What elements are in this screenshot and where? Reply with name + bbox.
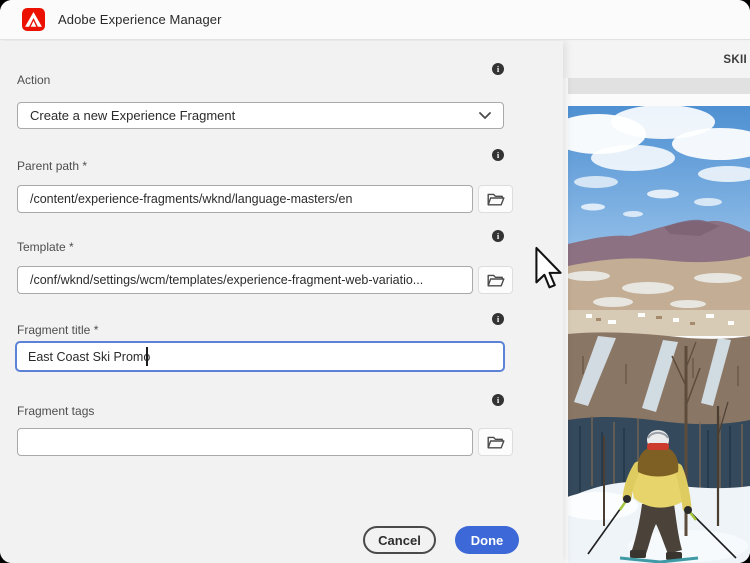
fragment-tags-picker-button[interactable] xyxy=(478,428,513,456)
parent-path-input[interactable] xyxy=(17,185,473,213)
village-strip xyxy=(568,310,750,336)
mouse-cursor-icon xyxy=(534,246,563,291)
cancel-button[interactable]: Cancel xyxy=(363,526,436,554)
background-page: SKII xyxy=(563,41,750,563)
folder-open-icon xyxy=(487,435,505,450)
template-input[interactable] xyxy=(17,266,473,294)
content-area: SKII xyxy=(0,41,750,563)
parent-path-label: Parent path * xyxy=(17,159,87,173)
chevron-down-icon xyxy=(479,112,491,120)
folder-open-icon xyxy=(487,273,505,288)
info-icon[interactable]: i xyxy=(492,313,504,325)
action-select[interactable]: Create a new Experience Fragment xyxy=(17,102,504,129)
folder-open-icon xyxy=(487,192,505,207)
action-label: Action xyxy=(17,73,50,87)
create-fragment-dialog: i Action Create a new Experience Fragmen… xyxy=(0,41,563,563)
action-select-value: Create a new Experience Fragment xyxy=(30,108,479,123)
info-icon[interactable]: i xyxy=(492,149,504,161)
app-header: Adobe Experience Manager xyxy=(0,0,750,40)
screenshot-root: Adobe Experience Manager SKII xyxy=(0,0,750,563)
text-caret xyxy=(146,347,148,366)
background-page-header xyxy=(563,41,750,78)
template-picker-button[interactable] xyxy=(478,266,513,294)
info-icon[interactable]: i xyxy=(492,63,504,75)
parent-path-picker-button[interactable] xyxy=(478,185,513,213)
ski-landscape-photo xyxy=(568,106,750,563)
fragment-tags-input[interactable] xyxy=(17,428,473,456)
background-page-heading: SKII xyxy=(723,54,747,66)
background-toolbar-strip xyxy=(568,78,750,94)
fragment-tags-label: Fragment tags xyxy=(17,404,94,418)
info-icon[interactable]: i xyxy=(492,230,504,242)
fragment-title-input[interactable] xyxy=(15,341,505,372)
adobe-logo-icon xyxy=(22,8,45,31)
fragment-title-label: Fragment title * xyxy=(17,323,98,337)
info-icon[interactable]: i xyxy=(492,394,504,406)
app-title: Adobe Experience Manager xyxy=(58,12,222,27)
template-label: Template * xyxy=(17,240,74,254)
done-button[interactable]: Done xyxy=(455,526,519,554)
